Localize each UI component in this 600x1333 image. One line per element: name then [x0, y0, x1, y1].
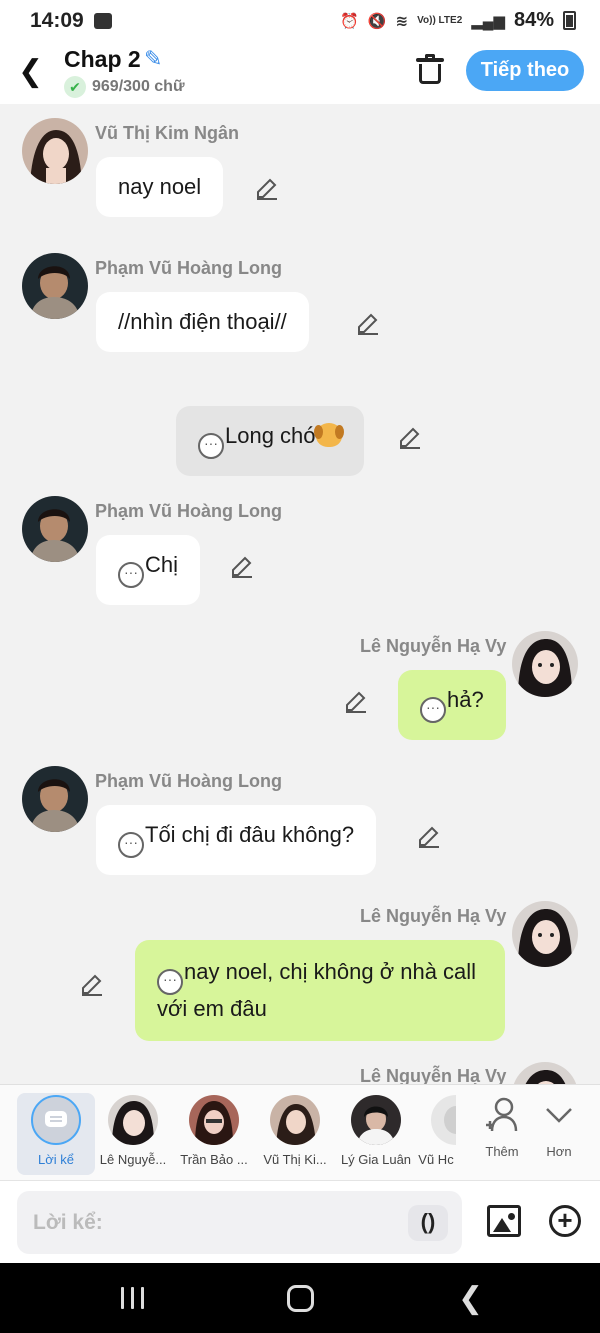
message-sender: Vũ Thị Kim Ngân — [95, 123, 239, 143]
character-avatar — [189, 1095, 239, 1145]
character-avatar — [270, 1095, 320, 1145]
character-tran-bao[interactable]: Trần Bảo ... — [175, 1093, 253, 1175]
message-sender: Lê Nguyễn Hạ Vy — [360, 1066, 507, 1084]
edit-pencil-icon[interactable] — [356, 311, 380, 335]
thought-bubble-icon: ··· — [420, 697, 446, 723]
message-sender: Lê Nguyễn Hạ Vy — [360, 906, 507, 926]
chapter-header: ❮ Chap 2 ✎ ✔ 969/300 chữ Tiếp theo — [0, 42, 600, 104]
character-label: Lý Gia Luân — [340, 1152, 412, 1167]
status-bar: 14:09 ⏰ 🔇 ≋ Vo)) LTE2 ▂▄▆ 84% — [0, 0, 600, 42]
message-icon — [45, 1111, 67, 1127]
trash-icon[interactable] — [416, 54, 444, 84]
thought-bubble-icon: ··· — [157, 969, 183, 995]
character-label: Vũ Thị Ki... — [263, 1152, 327, 1167]
narration-bubble[interactable]: ··· Long chó — [176, 406, 364, 476]
character-narrator[interactable]: Lời kể — [17, 1093, 95, 1175]
edit-pencil-icon[interactable] — [417, 824, 441, 848]
add-character-label: Thêm — [485, 1144, 519, 1159]
parentheses-button[interactable]: () — [408, 1205, 448, 1241]
add-character-button[interactable]: Thêm — [478, 1095, 526, 1159]
character-ly-gia-luan[interactable]: Lý Gia Luân — [337, 1093, 415, 1175]
avatar-pham-vu-hoang-long[interactable] — [22, 766, 88, 832]
avatar-le-nguyen-ha-vy[interactable] — [512, 1062, 578, 1084]
character-avatar — [431, 1095, 456, 1145]
message-text: Tối chị đi đâu không? — [145, 822, 355, 847]
message-text: hả? — [447, 687, 484, 712]
composer: () + — [0, 1180, 600, 1263]
edit-pencil-icon[interactable] — [80, 972, 104, 996]
chapter-title[interactable]: Chap 2 — [64, 46, 141, 73]
thought-bubble-icon: ··· — [118, 562, 144, 588]
image-icon[interactable] — [487, 1205, 521, 1237]
wifi-icon: ≋ — [395, 12, 409, 30]
add-icon[interactable]: + — [549, 1205, 581, 1237]
system-nav-bar: ❮ — [0, 1263, 600, 1333]
thought-bubble-icon: ··· — [118, 832, 144, 858]
battery-percent: 84% — [513, 9, 554, 31]
avatar-pham-vu-hoang-long[interactable] — [22, 496, 88, 562]
message-bubble[interactable]: ··· nay noel, chị không ở nhà call với em… — [135, 940, 505, 1041]
character-label: Lê Nguyễ... — [99, 1152, 167, 1167]
message-bubble[interactable]: ··· hả? — [398, 670, 506, 740]
chevron-down-icon — [546, 1108, 572, 1123]
network-label: Vo)) LTE2 — [417, 14, 463, 26]
chat-area[interactable]: Vũ Thị Kim Ngân nay noel Phạm Vũ Hoàng L… — [0, 104, 600, 1084]
edit-pencil-icon[interactable] — [255, 176, 279, 200]
character-label: Lời kể — [38, 1152, 74, 1167]
character-label: Vũ Hc — [418, 1152, 454, 1167]
avatar-le-nguyen-ha-vy[interactable] — [512, 901, 578, 967]
message-sender: Lê Nguyễn Hạ Vy — [360, 636, 507, 656]
nav-back-icon[interactable]: ❮ — [458, 1281, 483, 1316]
narration-input[interactable] — [17, 1191, 462, 1254]
word-count: ✔ 969/300 chữ — [64, 76, 185, 98]
message-bubble[interactable]: nay noel — [96, 157, 224, 217]
character-avatar — [108, 1095, 158, 1145]
check-icon: ✔ — [64, 76, 86, 98]
message-text: Chị — [145, 552, 179, 577]
battery-icon — [563, 11, 576, 30]
more-button[interactable]: Hơn — [536, 1095, 582, 1159]
character-label: Trần Bảo ... — [180, 1152, 248, 1167]
message-bubble[interactable]: ··· Tối chị đi đâu không? — [96, 805, 377, 875]
message-bubble[interactable]: ··· Chị — [96, 535, 201, 605]
narrator-avatar — [31, 1095, 81, 1145]
edit-pencil-icon[interactable] — [398, 425, 422, 449]
character-le-nguyen-ha-vy[interactable]: Lê Nguyễ... — [94, 1093, 172, 1175]
character-avatar — [351, 1095, 401, 1145]
avatar-vu-thi-kim-ngan[interactable] — [22, 118, 88, 184]
dog-emoji-icon — [313, 423, 344, 447]
more-label: Hơn — [546, 1144, 572, 1159]
character-vu-thi-kim-ngan[interactable]: Vũ Thị Ki... — [256, 1093, 334, 1175]
status-time: 14:09 — [30, 9, 84, 32]
edit-pencil-icon[interactable] — [344, 689, 368, 713]
message-sender: Phạm Vũ Hoàng Long — [95, 771, 282, 791]
avatar-le-nguyen-ha-vy[interactable] — [512, 631, 578, 697]
narration-text: Long chó — [225, 423, 316, 448]
message-text: nay noel, chị không ở nhà call với em đâ… — [157, 959, 477, 1021]
signal-icon: ▂▄▆ — [471, 12, 505, 30]
message-sender: Phạm Vũ Hoàng Long — [95, 501, 282, 521]
character-bar: Lời kể Lê Nguyễ... Trần Bảo ... Vũ Thị K… — [0, 1084, 600, 1180]
character-vu-h[interactable]: Vũ Hc — [416, 1093, 456, 1175]
recent-apps-icon[interactable] — [121, 1287, 147, 1309]
alarm-icon: ⏰ — [340, 12, 359, 30]
edit-title-pencil-icon[interactable]: ✎ — [144, 46, 162, 72]
add-person-icon — [486, 1097, 518, 1132]
thought-bubble-icon: ··· — [198, 433, 224, 459]
mute-icon: 🔇 — [367, 12, 387, 30]
word-count-text: 969/300 chữ — [92, 78, 185, 95]
home-icon[interactable] — [287, 1285, 314, 1312]
gallery-notification-icon — [94, 13, 112, 29]
avatar-pham-vu-hoang-long[interactable] — [22, 253, 88, 319]
message-sender: Phạm Vũ Hoàng Long — [95, 258, 282, 278]
edit-pencil-icon[interactable] — [230, 554, 254, 578]
status-indicators: ⏰ 🔇 ≋ Vo)) LTE2 ▂▄▆ 84% — [340, 9, 576, 32]
next-button[interactable]: Tiếp theo — [466, 50, 584, 91]
back-arrow-icon[interactable]: ❮ — [18, 54, 43, 89]
message-bubble[interactable]: //nhìn điện thoại// — [96, 292, 309, 352]
